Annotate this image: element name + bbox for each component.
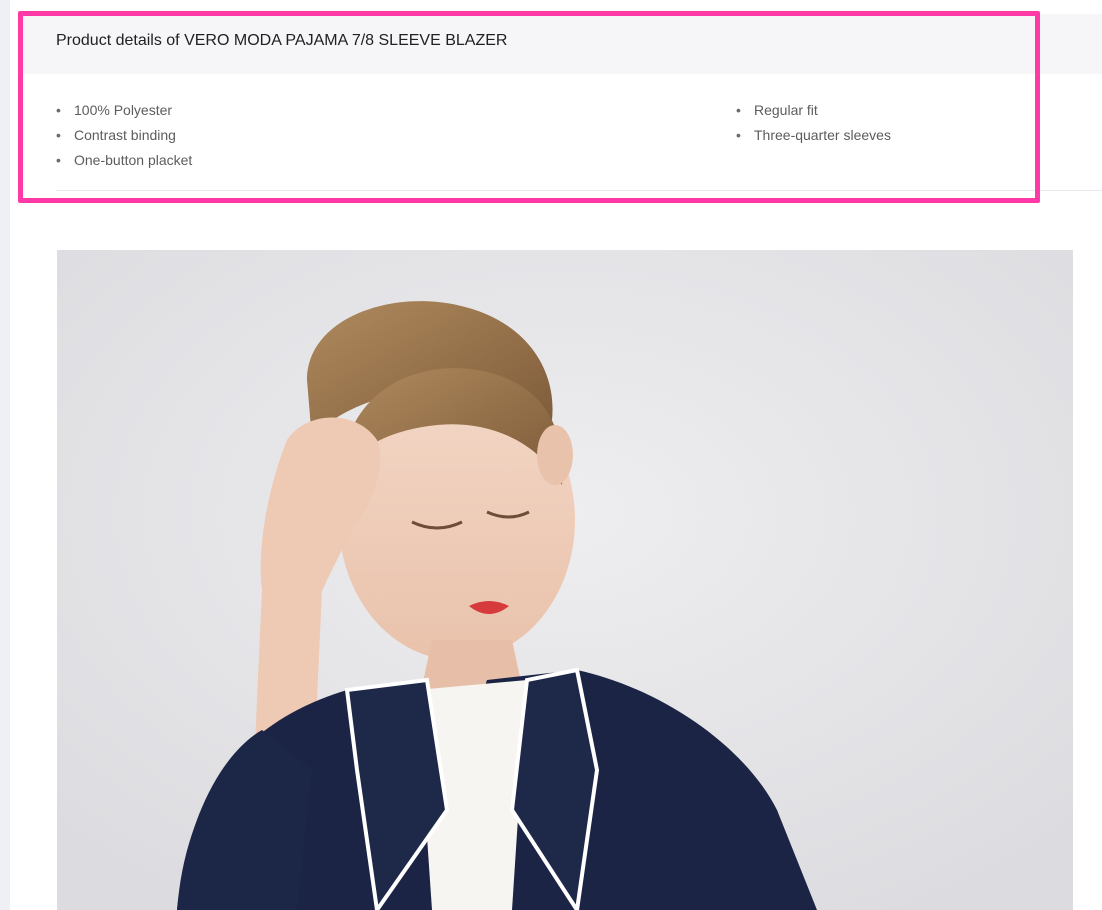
- detail-item: • One-button placket: [56, 148, 192, 173]
- product-photo: [57, 250, 1073, 910]
- product-detail-page: Product details of VERO MODA PAJAMA 7/8 …: [0, 0, 1102, 910]
- product-details-title: Product details of VERO MODA PAJAMA 7/8 …: [56, 32, 508, 49]
- product-details-list: • 100% Polyester • Contrast binding • One-b…: [56, 98, 1056, 178]
- detail-item: • Regular fit: [736, 98, 891, 123]
- left-rail: [0, 0, 10, 910]
- section-divider: [56, 190, 1102, 191]
- details-column-left: • 100% Polyester • Contrast binding • One-b…: [56, 98, 192, 173]
- details-column-right: • Regular fit • Three-quarter sleeves: [736, 98, 891, 148]
- detail-item: • 100% Polyester: [56, 98, 192, 123]
- bullet-icon: •: [736, 102, 741, 118]
- detail-item: • Three-quarter sleeves: [736, 123, 891, 148]
- bullet-icon: •: [736, 127, 741, 143]
- bullet-icon: •: [56, 102, 61, 118]
- bullet-icon: •: [56, 127, 61, 143]
- bullet-icon: •: [56, 152, 61, 168]
- detail-item: • Contrast binding: [56, 123, 192, 148]
- model-illustration: [57, 250, 1073, 910]
